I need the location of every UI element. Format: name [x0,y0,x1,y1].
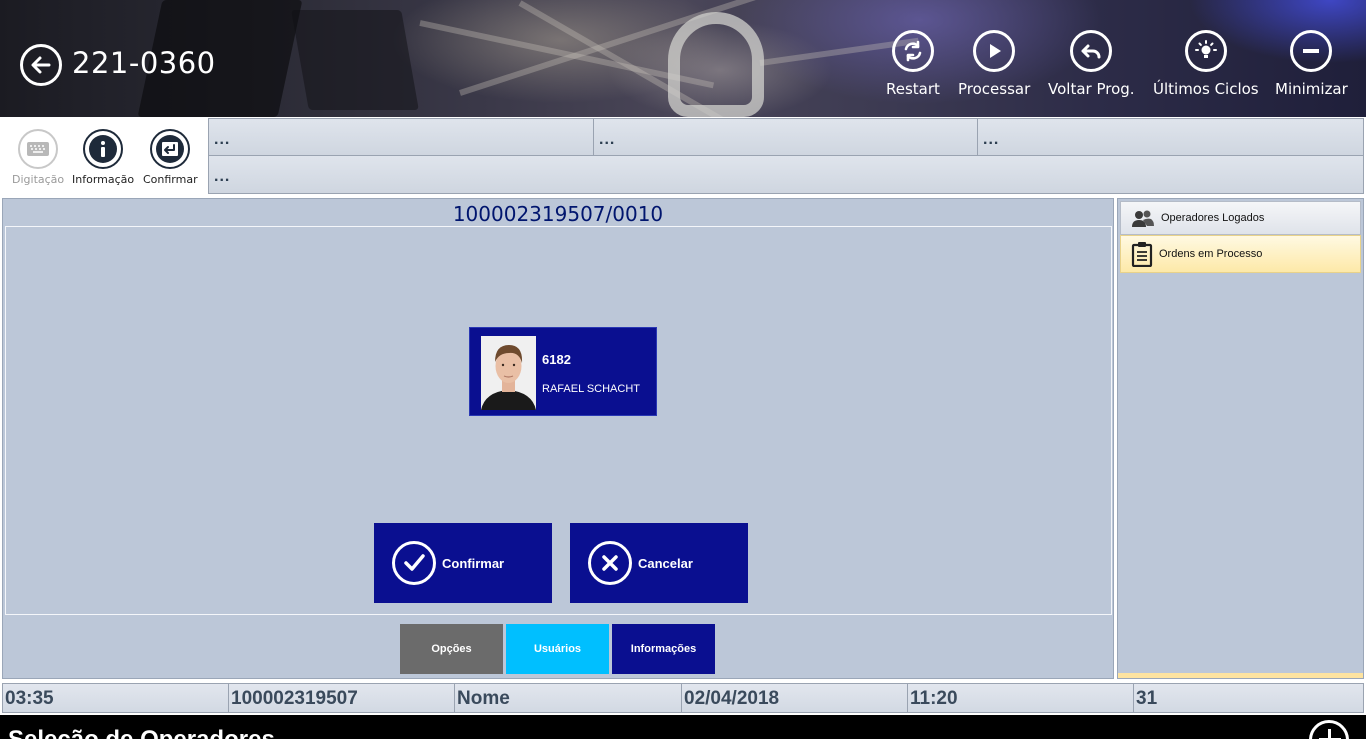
informacao-label: Informação [72,173,135,186]
minimizar-label: Minimizar [1275,80,1348,98]
confirmar-toolbar-label: Confirmar [143,173,198,186]
status-order: 100002319507 [229,684,455,712]
back-button[interactable] [20,44,62,86]
undo-icon [1081,44,1101,59]
restart-icon [904,40,922,62]
banner-logo-shape [668,12,764,117]
sidebar-item-label: Ordens em Processo [1159,248,1263,260]
processar-button[interactable]: Processar [958,30,1030,98]
voltar-prog-button[interactable]: Voltar Prog. [1048,30,1135,98]
tab-bar: Opções Usuários Informações [3,624,1113,674]
panel-accent-strip [1118,673,1363,678]
status-clock: 11:20 [908,684,1134,712]
informacao-button[interactable]: Informação [72,129,134,186]
status-bar: 03:35 100002319507 Nome 02/04/2018 11:20… [2,683,1364,713]
cancel-button[interactable]: Cancelar [570,523,748,603]
tab-informacoes[interactable]: Informações [612,624,715,674]
restart-button[interactable]: Restart [886,30,940,98]
voltar-prog-label: Voltar Prog. [1048,80,1135,98]
restart-label: Restart [886,80,940,98]
users-icon [1132,210,1154,227]
sidebar-item-operadores-logados[interactable]: Operadores Logados [1120,201,1361,235]
operator-selection-area: 6182 RAFAEL SCHACHT Confirmar Cancelar [5,226,1112,615]
sidebar-item-label: Operadores Logados [1161,212,1265,224]
ultimos-ciclos-label: Últimos Ciclos [1153,80,1259,98]
cancel-button-label: Cancelar [638,555,693,571]
enter-icon [156,135,185,163]
bottom-title-bar: Seleção de Operadores [0,715,1366,739]
info-cell: ... [209,119,594,156]
screen-title: Seleção de Operadores [8,726,275,739]
confirmar-toolbar-button[interactable]: Confirmar [143,129,198,186]
digitacao-button[interactable]: Digitação [12,129,64,186]
minimizar-button[interactable]: Minimizar [1275,30,1348,98]
right-panel: Operadores Logados Ordens em Processo [1117,198,1364,679]
processar-label: Processar [958,80,1031,98]
operator-card[interactable]: 6182 RAFAEL SCHACHT [469,327,657,416]
ultimos-ciclos-button[interactable]: Últimos Ciclos [1153,30,1259,98]
status-date: 02/04/2018 [682,684,908,712]
confirm-button-label: Confirmar [442,555,505,571]
status-time: 03:35 [3,684,229,712]
info-cell: ... [209,156,1363,193]
clipboard-icon [1131,242,1153,267]
main-panel: 100002319507/0010 6182 RAFAEL SCHACHT Co… [2,198,1114,679]
tab-usuarios[interactable]: Usuários [506,624,609,674]
operator-photo [481,336,536,410]
play-icon [990,44,1002,58]
arrow-left-icon [31,56,51,74]
keyboard-icon [27,142,50,156]
plus-icon[interactable] [1309,720,1349,739]
status-name: Nome [455,684,682,712]
header-banner: 221-0360 Restart Processar Voltar Prog. [0,0,1366,117]
minus-icon [1303,49,1320,53]
info-cell: ... [978,119,1363,156]
lightbulb-icon [1194,40,1217,58]
order-code: 100002319507/0010 [452,202,664,226]
avatar [481,336,536,410]
tab-opcoes[interactable]: Opções [400,624,503,674]
close-icon [602,555,618,571]
info-grid: ... ... ... ... [208,118,1364,194]
sidebar-item-ordens-em-processo[interactable]: Ordens em Processo [1120,235,1361,273]
status-count: 31 [1134,684,1363,712]
info-cell: ... [594,119,978,156]
confirm-button[interactable]: Confirmar [374,523,552,603]
check-icon [404,554,425,571]
banner-decoration [291,10,419,110]
operator-id: 6182 [542,352,571,367]
info-icon [89,135,118,163]
page-title: 221-0360 [72,46,216,80]
digitacao-label: Digitação [12,173,65,186]
operator-name: RAFAEL SCHACHT [542,383,641,395]
